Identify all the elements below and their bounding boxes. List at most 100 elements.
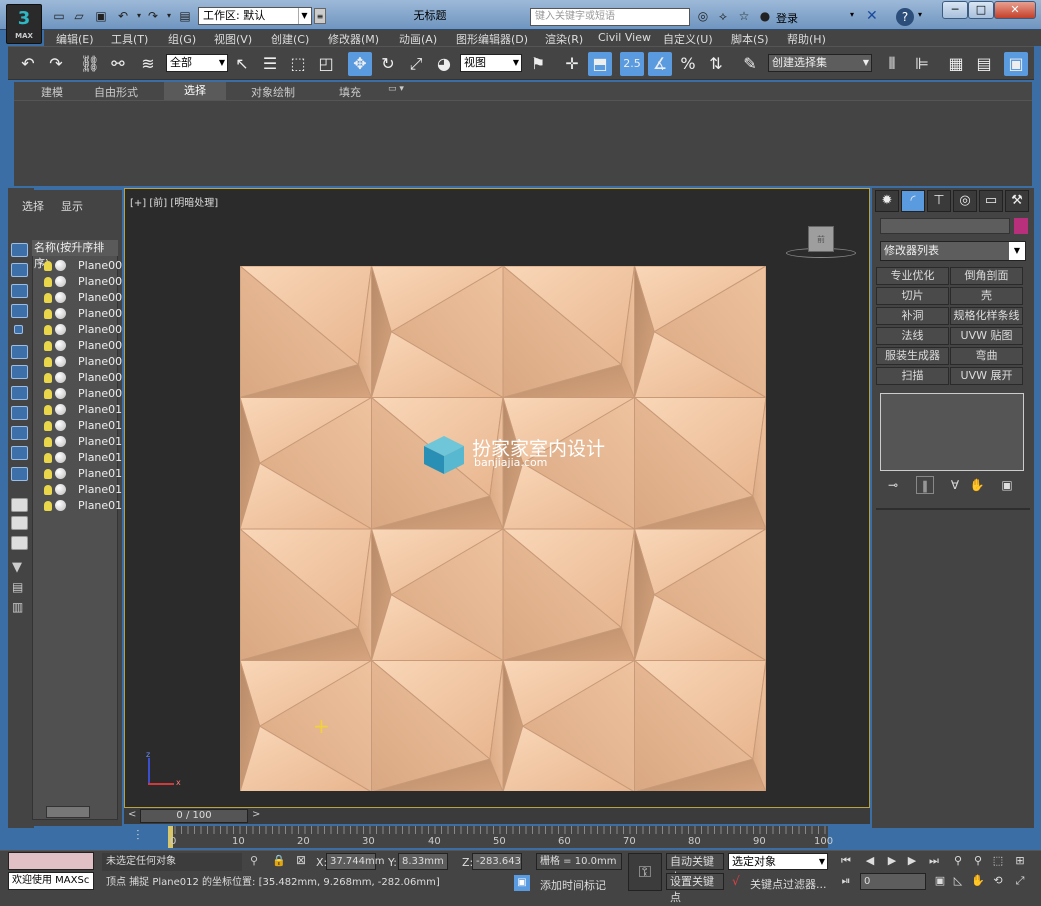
tab-selection[interactable]: 选择 bbox=[164, 82, 226, 100]
viewport-label[interactable]: [+] [前] [明暗处理] bbox=[130, 194, 218, 209]
light-bulb-icon[interactable] bbox=[44, 357, 52, 367]
modifier-button[interactable]: 规格化样条线 bbox=[950, 307, 1023, 325]
light-bulb-icon[interactable] bbox=[44, 309, 52, 319]
filter-shapes-icon[interactable] bbox=[14, 325, 23, 334]
rectangular-region-icon[interactable]: ⬚ bbox=[286, 52, 310, 76]
name-column-header[interactable]: 名称(按升序排序) bbox=[32, 240, 118, 270]
y-coordinate-field[interactable]: 8.33mm bbox=[398, 853, 448, 870]
maximize-viewport-icon[interactable]: ⤢ bbox=[1012, 873, 1028, 889]
list-scrollbar[interactable] bbox=[46, 806, 90, 818]
bind-spacewarp-icon[interactable]: ≋ bbox=[136, 52, 160, 76]
previous-frame-icon[interactable]: ◀ bbox=[862, 853, 878, 869]
menu-help[interactable]: 帮助(H) bbox=[787, 31, 826, 47]
list-item[interactable]: Plane01 bbox=[44, 482, 122, 498]
light-bulb-icon[interactable] bbox=[44, 341, 52, 351]
zoom-all-icon[interactable]: ⚲ bbox=[970, 853, 986, 869]
list-item[interactable]: Plane00 bbox=[44, 258, 122, 274]
undo-icon[interactable]: ↶ bbox=[16, 52, 40, 76]
pin-stack-icon[interactable]: ⊸ bbox=[884, 476, 902, 494]
zoom-extents-all-icon[interactable]: ⊞ bbox=[1012, 853, 1028, 869]
menu-rendering[interactable]: 渲染(R) bbox=[545, 31, 583, 47]
sort-list-icon[interactable] bbox=[11, 536, 28, 550]
modifier-button[interactable]: 服装生成器 bbox=[876, 347, 949, 365]
spinner-snap-icon[interactable]: ⇅ bbox=[704, 52, 728, 76]
angle-snap-icon[interactable]: ∡ bbox=[648, 52, 672, 76]
modifier-button[interactable]: UVW 展开 bbox=[950, 367, 1023, 385]
redo-dropdown-icon[interactable]: ▾ bbox=[162, 8, 176, 24]
modifier-button[interactable]: 壳 bbox=[950, 287, 1023, 305]
light-bulb-icon[interactable] bbox=[44, 261, 52, 271]
sort-layers-icon[interactable] bbox=[11, 498, 28, 512]
key-mode-toggle-icon[interactable]: ⏯ bbox=[838, 873, 854, 889]
scale-icon[interactable]: ⤢ bbox=[404, 52, 428, 76]
key-filters-button[interactable]: 关键点过滤器... bbox=[750, 876, 827, 892]
motion-tab-icon[interactable]: ◎ bbox=[953, 190, 977, 212]
placement-icon[interactable]: ◕ bbox=[432, 52, 456, 76]
list-item[interactable]: Plane01 bbox=[44, 402, 122, 418]
list-item[interactable]: Plane00 bbox=[44, 386, 122, 402]
menu-views[interactable]: 视图(V) bbox=[214, 31, 252, 47]
light-bulb-icon[interactable] bbox=[44, 293, 52, 303]
list-item[interactable]: Plane01 bbox=[44, 498, 122, 514]
named-selection-select[interactable]: 创建选择集 ▼ bbox=[768, 54, 872, 72]
select-by-name-icon[interactable]: ☰ bbox=[258, 52, 282, 76]
link-icon[interactable]: ⛓ bbox=[78, 52, 102, 76]
undo-icon[interactable]: ↶ bbox=[116, 8, 130, 24]
display-tab-icon[interactable]: ▭ bbox=[979, 190, 1003, 212]
filter-cameras-icon[interactable] bbox=[11, 365, 28, 379]
unlink-icon[interactable]: ⚯ bbox=[106, 52, 130, 76]
open-file-icon[interactable]: ▱ bbox=[72, 8, 86, 24]
modifier-stack[interactable] bbox=[880, 393, 1024, 471]
menu-modifiers[interactable]: 修改器(M) bbox=[328, 31, 379, 47]
filter-bones-icon[interactable] bbox=[11, 467, 28, 481]
selection-lock-icon[interactable]: 🔒 bbox=[272, 854, 286, 867]
menu-customize[interactable]: 自定义(U) bbox=[663, 31, 713, 47]
absolute-mode-icon[interactable]: ⊠ bbox=[296, 853, 306, 867]
x-coordinate-field[interactable]: 37.744mm bbox=[326, 853, 384, 870]
set-key-button[interactable]: 设置关键点 bbox=[666, 873, 724, 904]
light-bulb-icon[interactable] bbox=[44, 373, 52, 383]
field-of-view-icon[interactable]: ◺ bbox=[950, 873, 966, 889]
keyboard-shortcut-override-icon[interactable]: ⬒ bbox=[588, 52, 612, 76]
list-item[interactable]: Plane00 bbox=[44, 370, 122, 386]
menu-edit[interactable]: 编辑(E) bbox=[56, 31, 94, 47]
light-bulb-icon[interactable] bbox=[44, 277, 52, 287]
make-unique-icon[interactable]: ∀ bbox=[946, 476, 964, 494]
list-item[interactable]: Plane00 bbox=[44, 354, 122, 370]
go-to-start-icon[interactable]: ⏮ bbox=[838, 853, 854, 869]
list-item[interactable]: Plane01 bbox=[44, 434, 122, 450]
help-icon[interactable]: ? bbox=[896, 8, 914, 26]
app-logo-button[interactable]: 3 MAX bbox=[6, 4, 42, 44]
login-link[interactable]: 登录 bbox=[776, 10, 798, 26]
next-frame-icon[interactable]: > bbox=[252, 809, 260, 820]
key-mode-select[interactable]: 选定对象 ▼ bbox=[728, 853, 828, 870]
reference-coord-select[interactable]: 视图 ▼ bbox=[460, 54, 522, 72]
maxscript-listener-input[interactable] bbox=[8, 852, 94, 870]
list-item[interactable]: Plane00 bbox=[44, 322, 122, 338]
workspace-menu-icon[interactable]: ≡ bbox=[314, 8, 326, 24]
list-item[interactable]: Plane00 bbox=[44, 306, 122, 322]
redo-icon[interactable]: ↷ bbox=[44, 52, 68, 76]
time-slider[interactable]: 0 / 100 bbox=[140, 809, 248, 823]
modifier-button[interactable]: 弯曲 bbox=[950, 347, 1023, 365]
align-icon[interactable]: ⊫ bbox=[910, 52, 934, 76]
minimize-button[interactable]: ─ bbox=[942, 1, 968, 19]
help-dropdown-icon[interactable]: ▾ bbox=[918, 10, 922, 19]
pivot-center-icon[interactable]: ⚑ bbox=[526, 52, 550, 76]
communication-icon[interactable]: ⟡ bbox=[716, 8, 730, 24]
light-bulb-icon[interactable] bbox=[44, 453, 52, 463]
project-folder-icon[interactable]: ▤ bbox=[178, 8, 192, 24]
light-bulb-icon[interactable] bbox=[44, 485, 52, 495]
track-bar[interactable]: 0 10 20 30 40 50 60 70 80 90 100 bbox=[168, 826, 833, 848]
set-key-icon[interactable]: ⚿ bbox=[628, 853, 662, 891]
filter-icon[interactable]: ▼ bbox=[12, 560, 22, 575]
light-bulb-icon[interactable] bbox=[44, 501, 52, 511]
add-time-tag-button[interactable]: 添加时间标记 bbox=[540, 877, 606, 893]
modifier-button[interactable]: 倒角剖面 bbox=[950, 267, 1023, 285]
utilities-tab-icon[interactable]: ⚒ bbox=[1005, 190, 1029, 212]
display-none-icon[interactable] bbox=[11, 243, 28, 257]
user-icon[interactable]: ● bbox=[758, 8, 772, 24]
ribbon-toggle-icon[interactable]: ▤ bbox=[972, 52, 996, 76]
play-icon[interactable]: ▶ bbox=[884, 853, 900, 869]
filter-lights-icon[interactable] bbox=[11, 345, 28, 359]
